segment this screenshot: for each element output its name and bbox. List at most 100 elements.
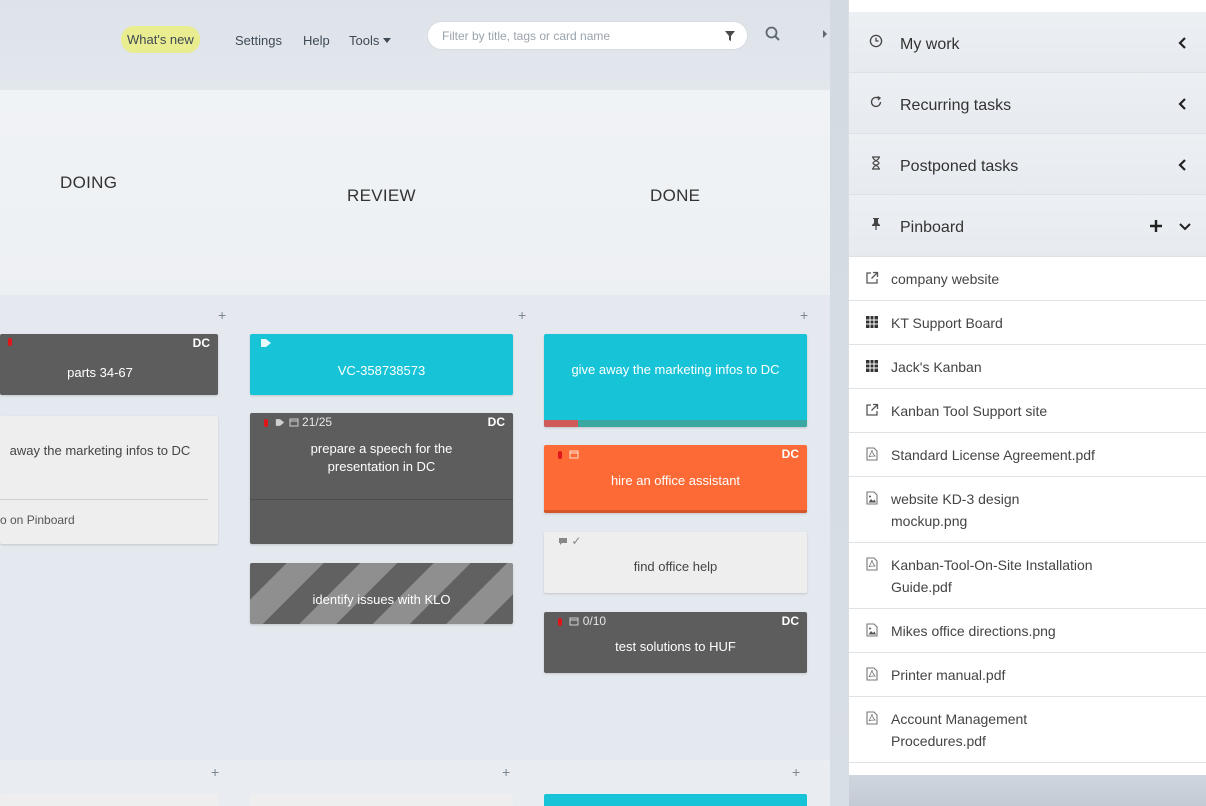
card-divider [250, 499, 513, 500]
pin-item[interactable]: company website [849, 257, 1206, 301]
checkmark-icon: ✓ [571, 534, 582, 548]
card-meta [558, 447, 579, 461]
sidebar-item-label: My work [900, 36, 960, 53]
pin-label: Account Management Procedures.pdf [891, 711, 1028, 749]
card-progress-fill [544, 420, 578, 427]
add-card-button[interactable]: + [502, 765, 510, 779]
pin-icon [872, 218, 880, 230]
board-grid-icon [866, 316, 878, 328]
add-pin-icon[interactable] [1149, 219, 1163, 233]
tools-label: Tools [349, 33, 380, 48]
priority-marker [558, 451, 562, 459]
board-area: What's new Settings Help Tools DOING REV… [0, 0, 848, 806]
card-owner: DC [192, 336, 210, 350]
sidebar-item-recurring-tasks[interactable]: Recurring tasks [849, 73, 1206, 134]
search-icon[interactable] [763, 24, 783, 44]
pin-item[interactable]: Account Management Procedures.pdf [849, 697, 1206, 763]
help-link[interactable]: Help [303, 33, 330, 48]
add-card-button[interactable]: + [800, 308, 808, 322]
pin-item[interactable]: Jack's Kanban [849, 345, 1206, 389]
pin-label: Jack's Kanban [891, 359, 982, 375]
card-owner: DC [487, 415, 505, 429]
card[interactable]: DC parts 34-67 [0, 334, 218, 395]
card[interactable]: 0/10 DC test solutions to HUF [544, 612, 807, 673]
card[interactable]: identify issues with KLO [250, 563, 513, 624]
card[interactable]: give away the marketing infos to DC [544, 334, 807, 427]
pin-item[interactable]: KT Support Board [849, 301, 1206, 345]
calendar-icon [569, 450, 579, 459]
top-bar: What's new Settings Help Tools [0, 0, 848, 90]
pin-label: Standard License Agreement.pdf [891, 447, 1095, 463]
external-link-icon [866, 271, 879, 284]
priority-marker [8, 338, 12, 346]
clock-icon [869, 34, 883, 48]
pin-label: company website [891, 271, 1000, 287]
chevron-down-icon[interactable] [1179, 223, 1191, 231]
sidebar-item-label: Recurring tasks [900, 97, 1012, 114]
card-meta: ✓ [558, 534, 581, 548]
pin-item[interactable]: Printer manual.pdf [849, 653, 1206, 697]
image-file-icon [866, 491, 878, 505]
card[interactable]: VC-358738573 [250, 334, 513, 395]
image-file-icon [866, 623, 878, 637]
card-title: give away the marketing infos to DC [571, 362, 780, 377]
pin-item[interactable]: Mikes office directions.png [849, 609, 1206, 653]
board-edge [830, 0, 848, 806]
add-card-button[interactable]: + [518, 308, 526, 322]
pin-label: KT Support Board [891, 315, 1003, 331]
card-progress-bar [544, 510, 807, 513]
card[interactable]: away the marketing infos to DC o on Pinb… [0, 416, 218, 544]
pin-item[interactable]: Kanban Tool Support site [849, 389, 1206, 433]
tag-icon [261, 339, 271, 347]
tools-menu[interactable]: Tools [349, 33, 392, 48]
settings-link[interactable]: Settings [235, 33, 282, 48]
pdf-file-icon [866, 711, 878, 725]
pin-label: Kanban-Tool-On-Site Installation Guide.p… [891, 557, 1093, 595]
sidebar-item-label: Pinboard [900, 219, 965, 236]
filter-box [427, 21, 748, 50]
card[interactable] [544, 794, 807, 806]
card-meta: 0/10 [558, 614, 606, 628]
add-card-button[interactable]: + [211, 765, 219, 779]
column-header-done: DONE [650, 186, 701, 205]
card[interactable]: ✓ find office help [544, 532, 807, 593]
card-progress-bar [544, 420, 807, 427]
card-title: test solutions to HUF [615, 639, 736, 654]
hourglass-icon [872, 156, 880, 170]
comment-icon [559, 538, 567, 545]
card[interactable]: 21/25 DC prepare a speech for the presen… [250, 413, 513, 544]
filter-input[interactable] [442, 27, 712, 45]
sidebar-item-postponed-tasks[interactable]: Postponed tasks [849, 134, 1206, 195]
pin-label: Mikes office directions.png [891, 623, 1056, 639]
add-card-button[interactable]: + [218, 308, 226, 322]
pin-item[interactable]: Standard License Agreement.pdf [849, 433, 1206, 477]
card[interactable] [0, 794, 218, 806]
caret-right-icon[interactable] [820, 28, 830, 40]
chevron-left-icon[interactable] [1177, 97, 1187, 111]
caret-down-icon [383, 38, 392, 43]
tag-icon [276, 419, 285, 426]
pin-item[interactable]: Kanban-Tool-On-Site Installation Guide.p… [849, 543, 1206, 609]
sidebar-item-pinboard[interactable]: Pinboard [849, 195, 1206, 257]
card-owner: DC [781, 614, 799, 628]
card-title: prepare a speech for the presentation in… [310, 441, 453, 474]
filter-funnel-icon[interactable] [724, 30, 736, 42]
sidebar-item-my-work[interactable]: My work [849, 12, 1206, 73]
add-card-button[interactable]: + [792, 765, 800, 779]
pdf-file-icon [866, 667, 878, 681]
chevron-left-icon[interactable] [1177, 36, 1187, 50]
sidebar: My work Recurring tasks Postponed tasks … [848, 0, 1206, 806]
priority-marker [558, 618, 562, 626]
column-header-doing: DOING [60, 173, 118, 192]
sidebar-item-label: Postponed tasks [900, 158, 1019, 175]
calendar-icon [289, 418, 299, 427]
card-owner: DC [781, 447, 799, 461]
card[interactable]: DC hire an office assistant [544, 445, 807, 513]
calendar-icon [569, 617, 579, 626]
pin-item[interactable]: website KD-3 design mockup.png [849, 477, 1206, 543]
chevron-left-icon[interactable] [1177, 158, 1187, 172]
card-footer: o on Pinboard [0, 513, 75, 527]
external-link-icon [866, 403, 879, 416]
whats-new-link[interactable]: What's new [121, 26, 200, 53]
card[interactable] [250, 794, 513, 806]
